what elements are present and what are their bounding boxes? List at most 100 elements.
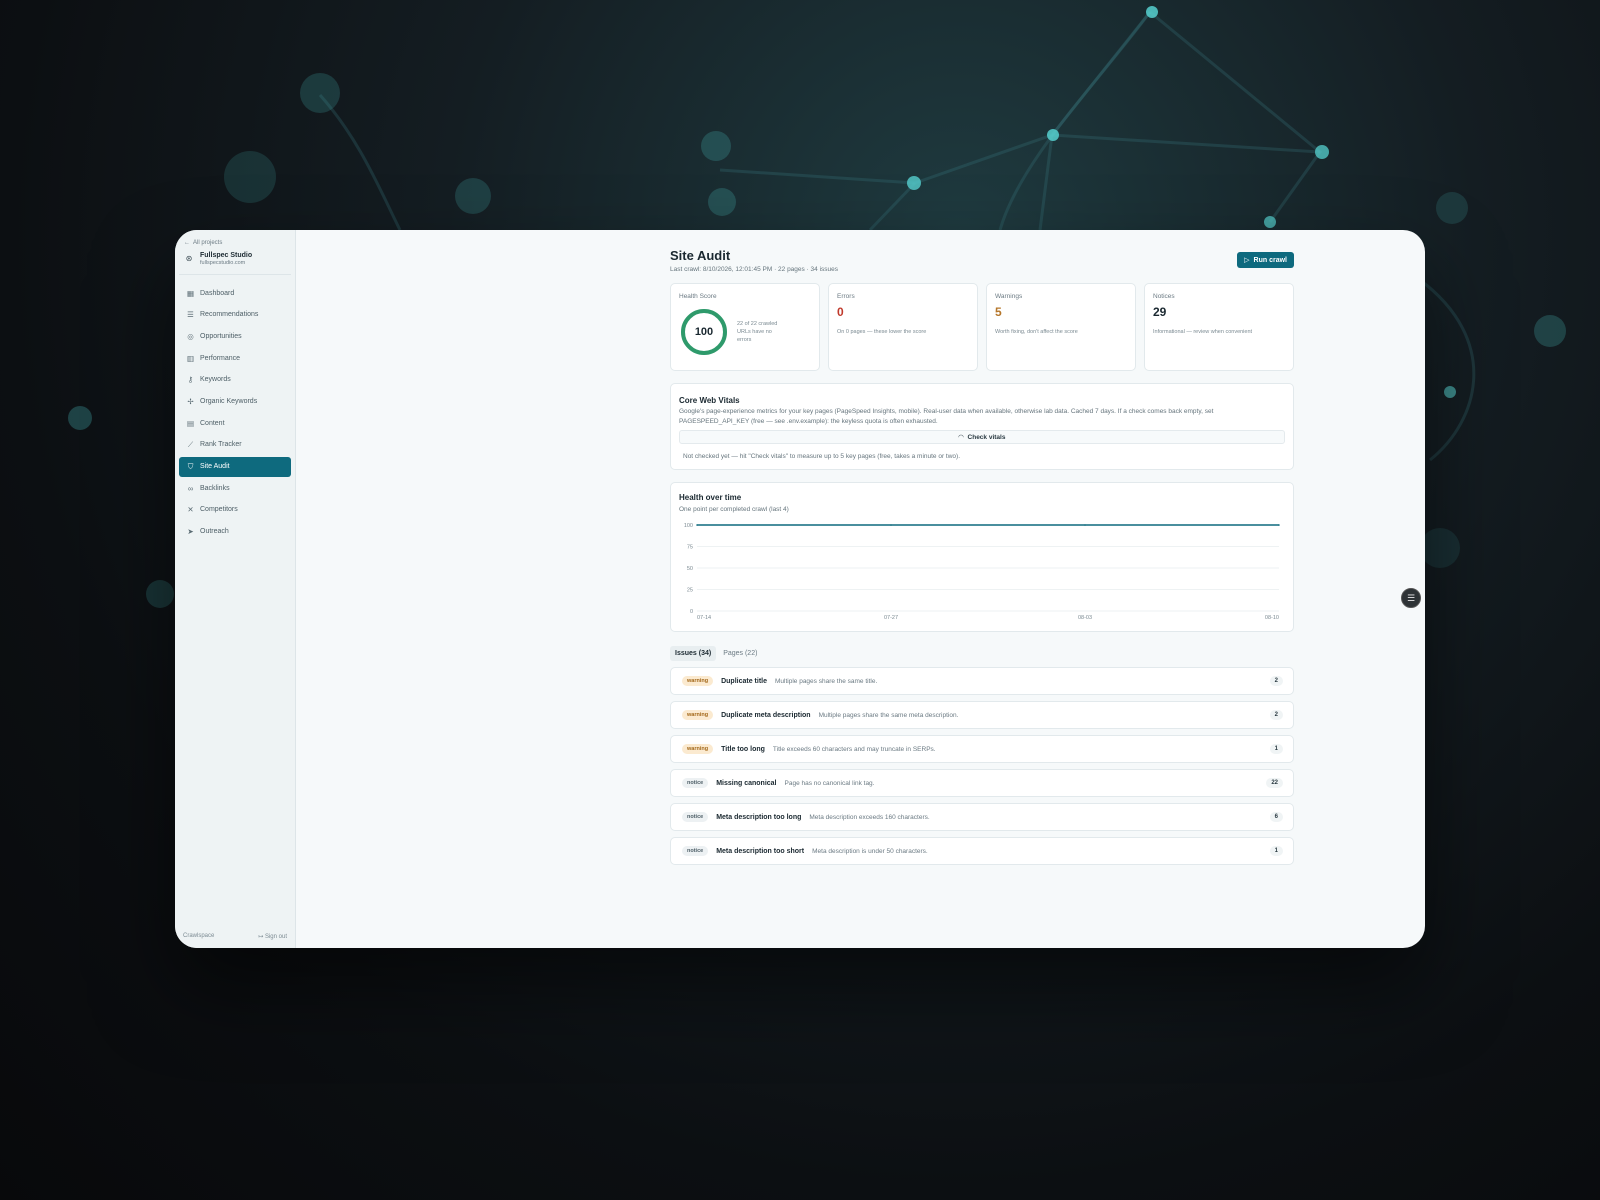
run-crawl-button[interactable]: ▷ Run crawl [1237,252,1294,268]
issue-count: 2 [1269,676,1283,686]
issue-description: Meta description exceeds 160 characters. [809,813,930,821]
sidebar-item-label: Organic Keywords [200,397,258,405]
back-link-label: All projects [193,240,223,246]
issues-pages-tabs: Issues (34) Pages (22) [670,646,1294,661]
sidebar-item-label: Rank Tracker [200,441,242,449]
tab-pages[interactable]: Pages (22) [718,646,762,661]
check-vitals-button[interactable]: ◠ Check vitals [679,430,1285,444]
target-icon: ◎ [187,331,194,341]
health-chart-subtitle: One point per completed crawl (last 4) [679,506,789,513]
sidebar-item-outreach[interactable]: ➤ Outreach [179,522,291,542]
sidebar-item-performance[interactable]: ▥ Performance [179,348,291,368]
project-url: fullspecstudio.com [200,260,246,266]
sign-out-button[interactable]: ↦ Sign out [258,933,287,940]
y-tick-label: 50 [687,566,693,572]
footer-brand: Crawlspace [183,933,215,939]
link-icon: ∞ [187,483,194,493]
stats-row: Health Score 100 22 of 22 crawled URLs h… [670,283,1294,371]
severity-badge: warning [682,710,714,720]
issue-row[interactable]: notice Meta description too short Meta des… [670,837,1294,865]
sidebar-nav: ▦ Dashboard ☰ Recommendations ◎ Opportunities… [179,283,291,542]
health-score-label: Health Score [679,293,717,300]
play-icon: ▷ [1244,257,1250,264]
chat-launcher-button[interactable]: ☰ [1401,588,1421,608]
sprout-icon: ✢ [187,396,194,406]
issue-row[interactable]: notice Meta description too long Meta desc… [670,803,1294,831]
issue-count: 6 [1269,812,1283,822]
sidebar-item-label: Site Audit [200,463,230,470]
sidebar-item-label: Opportunities [200,332,242,340]
issue-row[interactable]: warning Title too long Title exceeds 60 ch… [670,735,1294,763]
key-icon: ⚷ [187,375,194,385]
sidebar-item-rank-tracker[interactable]: ⟋ Rank Tracker [179,435,291,455]
issue-count: 1 [1269,846,1283,856]
issue-row[interactable]: warning Duplicate meta description Multipl… [670,701,1294,729]
errors-value: 0 [837,305,844,319]
sidebar-item-label: Outreach [200,528,229,536]
shield-check-icon: ⛉ [187,461,194,471]
sidebar-item-opportunities[interactable]: ◎ Opportunities [179,326,291,346]
swords-icon: ✕ [187,505,194,515]
sidebar-item-competitors[interactable]: ✕ Competitors [179,500,291,520]
severity-badge: warning [682,744,714,754]
sidebar-item-label: Content [200,419,225,427]
health-chart-title: Health over time [679,493,742,502]
health-score-card: Health Score 100 22 of 22 crawled URLs h… [670,283,820,371]
health-line-chart: 100 75 50 25 0 07-14 07-27 08-03 08-10 [684,523,1280,621]
sidebar-item-label: Competitors [200,506,238,514]
warnings-card: Warnings 5 Worth fixing, don't affect th… [986,283,1136,371]
sidebar-item-label: Performance [200,354,241,362]
health-data-point [890,524,892,526]
sidebar-item-site-audit[interactable]: ⛉ Site Audit [179,456,291,477]
x-tick-label: 07-27 [884,615,898,621]
health-score-value: 100 [694,326,714,338]
sidebar-item-label: Backlinks [200,484,230,492]
sidebar-item-recommendations[interactable]: ☰ Recommendations [179,305,291,325]
list-check-icon: ☰ [187,310,194,320]
issue-title: Duplicate meta description [721,711,811,719]
page-title: Site Audit [670,248,731,263]
issue-description: Multiple pages share the same meta descr… [818,711,959,719]
app-window: ← All projects ⊛ Fullspec Studio fullspe… [175,230,1425,948]
errors-card: Errors 0 On 0 pages — these lower the sc… [828,283,978,371]
core-web-vitals-card: Core Web Vitals Google's page-experience… [670,383,1294,470]
chat-icon: ☰ [1406,593,1416,603]
errors-desc: On 0 pages — these lower the score [837,329,927,335]
issue-description: Meta description is under 50 characters. [812,847,928,855]
project-switcher[interactable]: ⊛ Fullspec Studio fullspecstudio.com [179,246,291,275]
gauge-icon: ◠ [958,434,964,441]
check-vitals-label: Check vitals [967,433,1006,441]
health-data-point [1278,524,1280,526]
issue-row[interactable]: notice Missing canonical Page has no canon… [670,769,1294,797]
sidebar-item-organic-keywords[interactable]: ✢ Organic Keywords [179,391,291,411]
y-tick-label: 25 [687,588,693,594]
notices-desc: Informational — review when convenient [1153,329,1253,335]
issue-title: Meta description too short [716,847,805,855]
tab-issues[interactable]: Issues (34) [670,646,717,661]
line-chart-icon: ⟋ [187,439,194,449]
project-logo-icon: ⊛ [185,254,193,263]
dashboard-icon: ▦ [186,288,195,298]
project-name: Fullspec Studio [200,252,253,259]
arrow-left-icon: ← [184,240,190,246]
sidebar-item-keywords[interactable]: ⚷ Keywords [179,370,291,390]
sidebar-item-label: Recommendations [200,311,259,319]
severity-badge: notice [682,778,709,788]
issue-row[interactable]: warning Duplicate title Multiple pages sha… [670,667,1294,695]
severity-badge: notice [682,846,709,856]
issue-title: Title too long [721,745,765,753]
sidebar-item-content[interactable]: ▤ Content [179,413,291,433]
y-tick-label: 0 [690,609,693,615]
document-icon: ▤ [186,418,195,428]
warnings-desc: Worth fixing, don't affect the score [995,329,1078,335]
send-icon: ➤ [187,527,194,537]
warnings-label: Warnings [995,293,1023,300]
sign-out-label: Sign out [264,934,287,940]
sidebar-item-backlinks[interactable]: ∞ Backlinks [179,478,291,498]
run-crawl-label: Run crawl [1253,256,1287,264]
issue-title: Meta description too long [716,813,802,821]
sidebar-item-dashboard[interactable]: ▦ Dashboard [179,283,291,303]
severity-badge: warning [682,676,714,686]
sidebar: ← All projects ⊛ Fullspec Studio fullspe… [175,230,296,948]
x-tick-label: 08-10 [1265,615,1279,621]
